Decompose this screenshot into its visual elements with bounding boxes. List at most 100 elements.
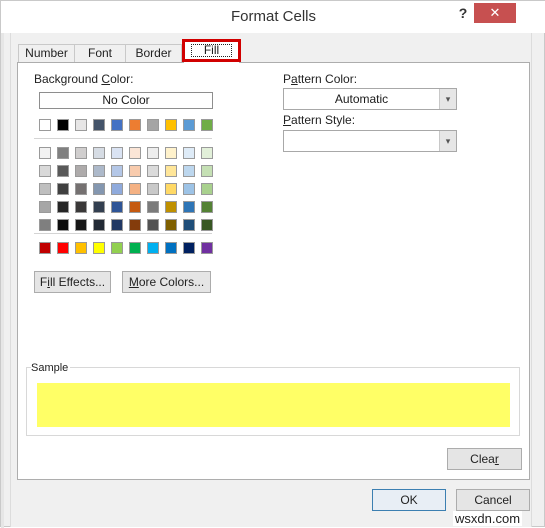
color-swatch[interactable] [39,147,51,159]
color-swatch[interactable] [147,183,159,195]
divider [34,233,212,234]
color-swatch[interactable] [147,242,159,254]
color-swatch[interactable] [129,183,141,195]
color-swatch[interactable] [57,119,69,131]
color-swatch[interactable] [75,147,87,159]
color-swatch[interactable] [111,147,123,159]
help-button[interactable]: ? [452,3,474,23]
color-swatch[interactable] [93,201,105,213]
tab-fill-label: Fill [191,44,232,57]
cancel-button[interactable]: Cancel [456,489,530,511]
color-swatch[interactable] [129,119,141,131]
color-swatch[interactable] [57,165,69,177]
color-swatch[interactable] [201,219,213,231]
color-swatch[interactable] [111,219,123,231]
tab-font[interactable]: Font [74,44,126,62]
format-cells-dialog: Format Cells ? ✕ Number Font Border Fill… [0,0,545,528]
color-swatch[interactable] [75,119,87,131]
color-swatch[interactable] [111,119,123,131]
chevron-down-icon[interactable]: ▾ [439,131,456,151]
color-swatch[interactable] [165,219,177,231]
color-swatch[interactable] [201,201,213,213]
color-swatch[interactable] [93,183,105,195]
color-swatch[interactable] [39,119,51,131]
more-colors-button[interactable]: More Colors... [122,271,211,293]
color-swatch[interactable] [201,242,213,254]
pattern-style-label: Pattern Style: [283,113,356,127]
color-swatch[interactable] [111,183,123,195]
color-swatch[interactable] [165,242,177,254]
color-swatch[interactable] [165,147,177,159]
color-swatch[interactable] [183,147,195,159]
pattern-style-select[interactable]: ▾ [283,130,457,152]
ok-button[interactable]: OK [372,489,446,511]
color-swatch[interactable] [129,165,141,177]
color-swatch[interactable] [165,165,177,177]
tab-border[interactable]: Border [125,44,182,62]
color-swatch[interactable] [39,165,51,177]
color-swatch[interactable] [39,242,51,254]
color-swatch[interactable] [165,201,177,213]
color-swatch[interactable] [183,242,195,254]
color-swatch[interactable] [129,242,141,254]
close-icon: ✕ [489,5,501,20]
pattern-color-label: Pattern Color: [283,72,358,86]
color-swatch[interactable] [183,165,195,177]
color-swatch[interactable] [57,183,69,195]
pattern-color-select[interactable]: Automatic ▾ [283,88,457,110]
tab-fill-highlight[interactable]: Fill [182,39,241,62]
close-button[interactable]: ✕ [474,3,516,23]
pattern-style-value [284,131,439,151]
color-swatch[interactable] [201,119,213,131]
color-swatch[interactable] [93,119,105,131]
color-swatch[interactable] [75,165,87,177]
color-swatch[interactable] [147,219,159,231]
color-swatch[interactable] [93,219,105,231]
color-swatch[interactable] [129,219,141,231]
color-swatch[interactable] [93,147,105,159]
divider [34,138,212,139]
sample-label: Sample [31,362,71,374]
color-swatch[interactable] [57,242,69,254]
pattern-color-value: Automatic [334,92,389,106]
color-swatch[interactable] [165,119,177,131]
color-swatch[interactable] [183,183,195,195]
color-swatch[interactable] [57,219,69,231]
color-swatch[interactable] [93,165,105,177]
color-swatch[interactable] [165,183,177,195]
color-swatch[interactable] [75,242,87,254]
color-swatch[interactable] [75,201,87,213]
color-swatch[interactable] [39,183,51,195]
color-swatch[interactable] [111,242,123,254]
title-bar: Format Cells ? ✕ [1,1,545,33]
color-swatch[interactable] [129,201,141,213]
color-swatch[interactable] [183,219,195,231]
fill-effects-button[interactable]: Fill Effects... [34,271,111,293]
sample-preview [37,383,510,427]
color-swatch[interactable] [147,147,159,159]
tab-number[interactable]: Number [18,44,75,62]
color-swatch[interactable] [75,219,87,231]
color-swatch[interactable] [183,119,195,131]
clear-button[interactable]: Clear [447,448,522,470]
color-swatch[interactable] [75,183,87,195]
color-swatch[interactable] [111,165,123,177]
color-swatch[interactable] [111,201,123,213]
color-swatch[interactable] [93,242,105,254]
color-swatch[interactable] [39,219,51,231]
background-edge [1,1,4,528]
color-swatch[interactable] [147,165,159,177]
chevron-down-icon[interactable]: ▾ [439,89,456,109]
color-swatch[interactable] [147,119,159,131]
color-swatch[interactable] [57,147,69,159]
color-swatch[interactable] [147,201,159,213]
color-swatch[interactable] [201,183,213,195]
no-color-button[interactable]: No Color [39,92,213,109]
color-swatch[interactable] [129,147,141,159]
color-swatch[interactable] [183,201,195,213]
color-swatch[interactable] [201,165,213,177]
color-swatch[interactable] [39,201,51,213]
color-swatch[interactable] [201,147,213,159]
color-swatch[interactable] [57,201,69,213]
watermark: wsxdn.com [453,511,523,526]
